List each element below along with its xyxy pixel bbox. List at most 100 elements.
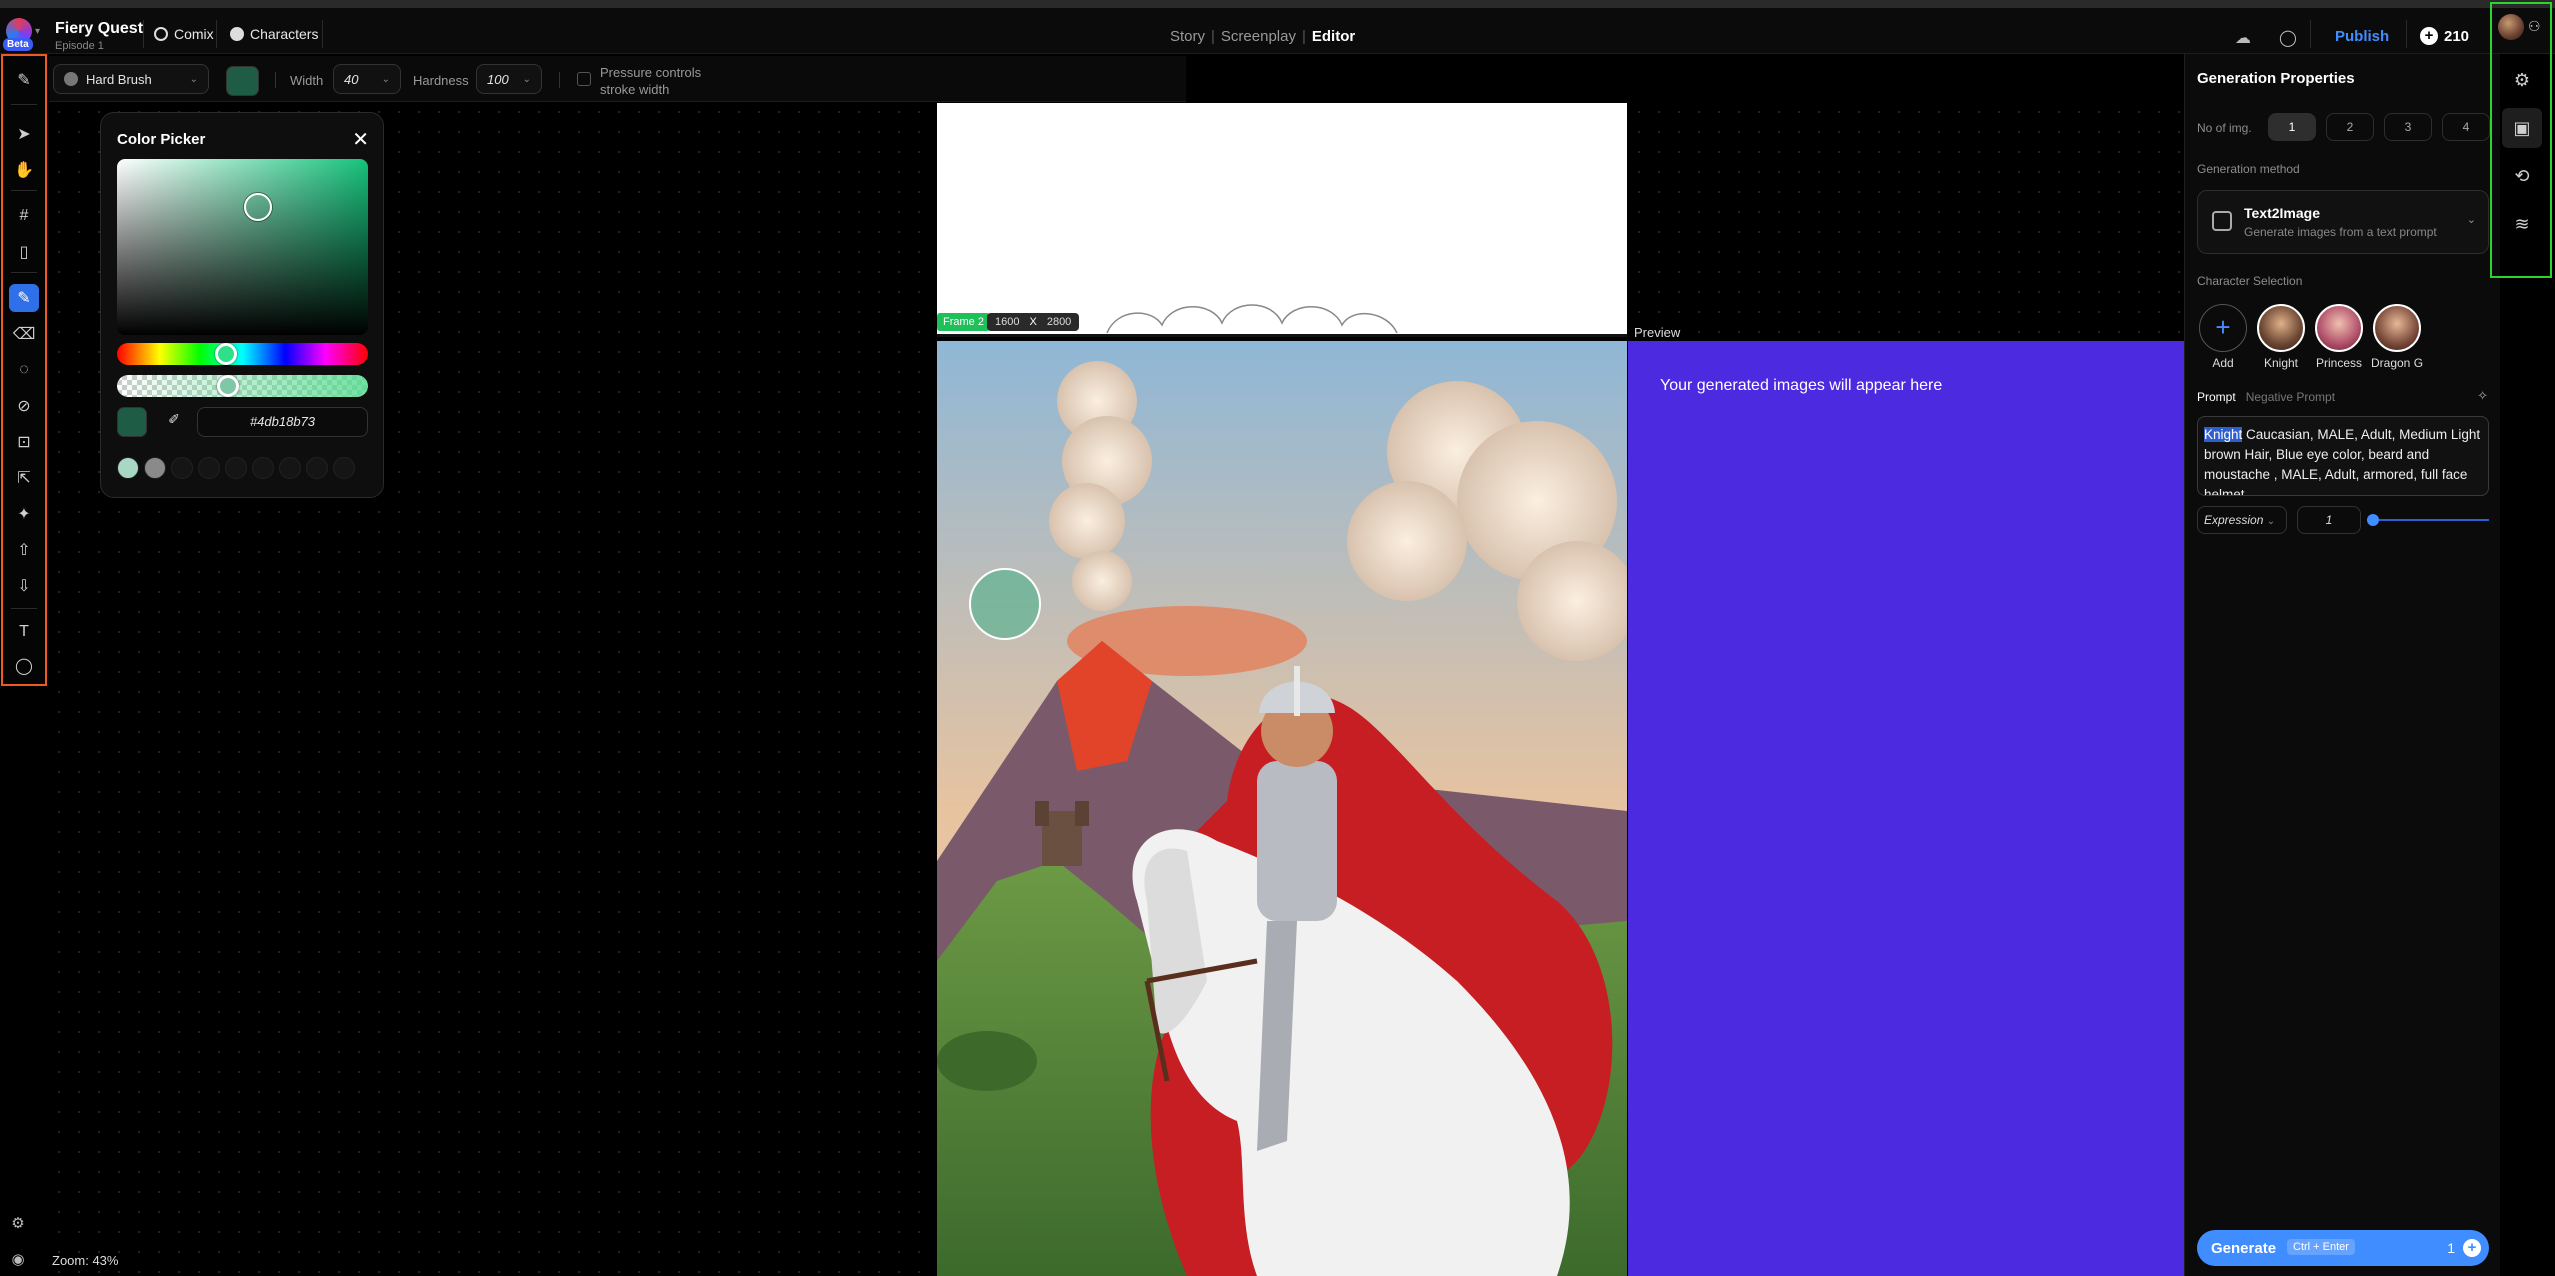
- publish-button[interactable]: Publish: [2335, 28, 2389, 45]
- num-images-3[interactable]: 3: [2384, 113, 2432, 141]
- expression-value[interactable]: 1: [2297, 506, 2361, 534]
- magic-edit-icon[interactable]: ⊡: [9, 428, 39, 456]
- cloud-off-icon[interactable]: ☁: [2233, 28, 2253, 48]
- speech-bubble-icon[interactable]: ◯: [9, 652, 39, 680]
- alpha-handle[interactable]: [217, 375, 239, 397]
- character-princess[interactable]: Princess: [2313, 304, 2365, 370]
- saturation-field[interactable]: [117, 159, 368, 335]
- image-gen-icon[interactable]: ▣: [2502, 108, 2542, 148]
- bandage-icon[interactable]: ⊘: [9, 392, 39, 420]
- frame-1-panel[interactable]: [937, 103, 1627, 337]
- user-avatar[interactable]: [2498, 14, 2524, 40]
- magic-wand-icon[interactable]: ✧: [2477, 388, 2488, 404]
- pointer-icon[interactable]: ➤: [9, 120, 39, 148]
- comix-label: Comix: [174, 26, 214, 42]
- hue-handle[interactable]: [215, 343, 237, 365]
- frame-2-image[interactable]: [937, 341, 1627, 1276]
- page-icon[interactable]: ▯: [9, 238, 39, 266]
- frame-size[interactable]: 1600 X 2800: [987, 313, 1080, 331]
- left-toolbar: ✎ ➤ ✋ # ▯ ✎ ⌫ ◌ ⊘ ⊡ ⇱ ✦ ⇧ ⇩ T ◯: [1, 54, 47, 686]
- color-swatch[interactable]: [225, 457, 247, 479]
- history-icon[interactable]: ⟲: [2502, 156, 2542, 196]
- beta-badge: Beta: [3, 38, 33, 51]
- hardness-select[interactable]: 100 ⌄: [476, 64, 542, 94]
- num-images-1[interactable]: 1: [2268, 113, 2316, 141]
- shape-icon[interactable]: ✦: [9, 500, 39, 528]
- generate-label: Generate: [2211, 1240, 2277, 1257]
- frame-width[interactable]: 1600: [995, 316, 1019, 328]
- color-swatch[interactable]: [171, 457, 193, 479]
- method-label: Generation method: [2197, 162, 2300, 176]
- add-character-button[interactable]: + Add: [2197, 304, 2249, 370]
- logo-chevron-down-icon[interactable]: ▾: [35, 26, 40, 37]
- character-knight[interactable]: Knight: [2255, 304, 2307, 370]
- saturation-handle[interactable]: [244, 193, 272, 221]
- tab-screenplay[interactable]: Screenplay: [1221, 28, 1296, 45]
- color-swatch[interactable]: [279, 457, 301, 479]
- tab-prompt[interactable]: Prompt: [2197, 390, 2236, 404]
- pen-icon[interactable]: ✎: [9, 284, 39, 312]
- close-icon[interactable]: ✕: [352, 127, 369, 152]
- brush-dot-icon: [64, 72, 78, 86]
- hand-icon[interactable]: ✋: [9, 156, 39, 184]
- hardness-label: Hardness: [413, 73, 469, 88]
- pressure-checkbox[interactable]: [577, 72, 591, 86]
- prompt-textarea[interactable]: Knight Caucasian, MALE, Adult, Medium Li…: [2197, 416, 2489, 496]
- characters-button[interactable]: Characters: [230, 21, 318, 47]
- width-select[interactable]: 40 ⌄: [333, 64, 401, 94]
- character-dragon[interactable]: Dragon G: [2371, 304, 2423, 370]
- text-icon[interactable]: T: [9, 618, 39, 646]
- prompt-highlight: Knight: [2204, 427, 2243, 442]
- color-swatch[interactable]: [306, 457, 328, 479]
- settings-icon[interactable]: ⚙: [2502, 60, 2542, 100]
- project-title[interactable]: Fiery Quest: [55, 20, 143, 38]
- hue-slider[interactable]: [117, 343, 368, 365]
- plus-icon[interactable]: +: [2463, 1239, 2481, 1257]
- color-swatch[interactable]: [144, 457, 166, 479]
- tab-negative-prompt[interactable]: Negative Prompt: [2246, 390, 2335, 404]
- preview-placeholder: Your generated images will appear here: [1660, 377, 1943, 394]
- brush-color-swatch[interactable]: [226, 66, 259, 96]
- comix-button[interactable]: Comix: [154, 21, 214, 47]
- expression-slider-track[interactable]: [2371, 519, 2489, 521]
- tab-separator: |: [1211, 28, 1215, 45]
- crop-icon[interactable]: #: [9, 202, 39, 230]
- layers-icon[interactable]: ≋: [2502, 204, 2542, 244]
- method-select[interactable]: Text2Image Generate images from a text p…: [2197, 190, 2489, 254]
- character-name: Knight: [2263, 356, 2299, 370]
- num-images-2[interactable]: 2: [2326, 113, 2374, 141]
- chat-icon[interactable]: ◯: [2278, 28, 2298, 48]
- frame-height[interactable]: 2800: [1047, 316, 1071, 328]
- settings-gear-icon[interactable]: ⚙: [8, 1214, 28, 1234]
- num-images-4[interactable]: 4: [2442, 113, 2490, 141]
- frame-label[interactable]: Frame 2: [937, 313, 990, 331]
- project-episode: Episode 1: [55, 40, 104, 52]
- download-icon[interactable]: ⇩: [9, 572, 39, 600]
- characters-label: Characters: [250, 26, 319, 42]
- export-icon[interactable]: ⇱: [9, 464, 39, 492]
- mode-tabs: Story | Screenplay | Editor: [1170, 28, 1355, 45]
- generation-panel: Generation Properties No of img. 1 2 3 4…: [2184, 54, 2500, 1276]
- eraser-icon[interactable]: ⌫: [9, 320, 39, 348]
- color-swatch[interactable]: [198, 457, 220, 479]
- brush-type-select[interactable]: Hard Brush ⌄: [53, 64, 209, 94]
- expression-slider-handle[interactable]: [2367, 514, 2379, 526]
- discord-icon[interactable]: ◉: [8, 1250, 28, 1270]
- generate-button[interactable]: Generate Ctrl + Enter 1 +: [2197, 1230, 2489, 1266]
- lasso-icon[interactable]: ◌: [9, 356, 39, 384]
- color-swatch[interactable]: [117, 457, 139, 479]
- color-swatch[interactable]: [252, 457, 274, 479]
- credits-counter[interactable]: + 210: [2420, 27, 2469, 45]
- alpha-slider[interactable]: [117, 375, 368, 397]
- expression-select[interactable]: Expression ⌄: [2197, 506, 2287, 534]
- upload-icon[interactable]: ⇧: [9, 536, 39, 564]
- tab-story[interactable]: Story: [1170, 28, 1205, 45]
- color-swatch[interactable]: [333, 457, 355, 479]
- divider: [216, 20, 217, 48]
- tab-editor[interactable]: Editor: [1312, 28, 1355, 45]
- preview-label: Preview: [1634, 325, 1681, 340]
- hex-input[interactable]: #4db18b73: [197, 407, 368, 437]
- user-icon[interactable]: ⚇: [2528, 18, 2541, 35]
- brush-icon[interactable]: ✎: [9, 66, 39, 94]
- eyedropper-icon[interactable]: ✐: [163, 411, 185, 433]
